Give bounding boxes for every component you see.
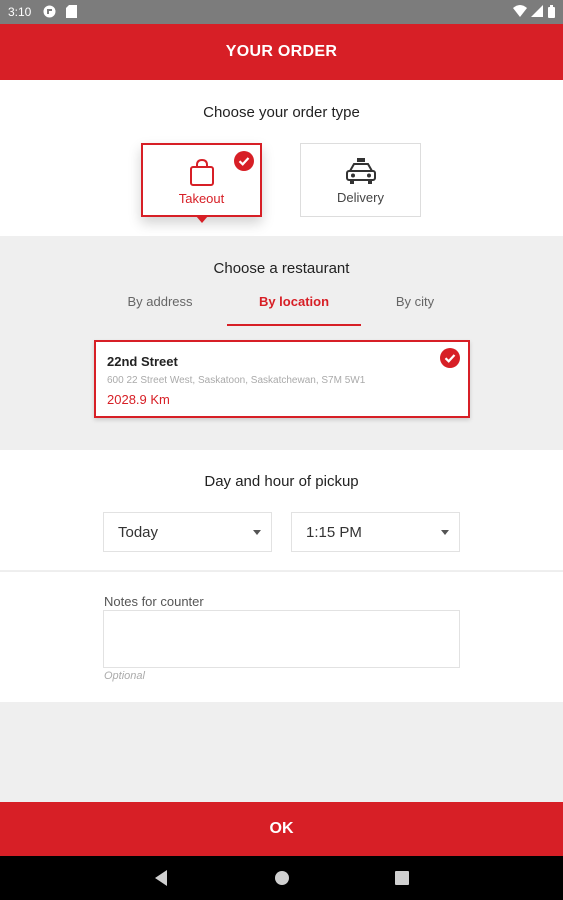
takeout-label: Takeout xyxy=(178,191,225,206)
battery-icon xyxy=(548,5,555,21)
system-nav-bar xyxy=(0,856,563,900)
status-bar: 3:10 xyxy=(0,0,563,24)
tab-by-city[interactable]: By city xyxy=(348,290,482,326)
time-value: 1:15 PM xyxy=(306,524,362,541)
restaurant-title: Choose a restaurant xyxy=(213,260,350,277)
page-title: YOUR ORDER xyxy=(225,43,338,60)
selection-pointer xyxy=(195,216,208,223)
restaurant-section: Choose a restaurant By address By locati… xyxy=(0,236,563,450)
car-icon xyxy=(345,158,376,184)
delivery-label: Delivery xyxy=(337,190,384,205)
pickup-section: Day and hour of pickup Today 1:15 PM xyxy=(0,450,563,570)
day-select[interactable]: Today xyxy=(103,512,272,552)
signal-icon xyxy=(531,5,543,20)
ok-label: OK xyxy=(269,820,294,837)
notes-input[interactable] xyxy=(103,610,460,668)
tab-by-address[interactable]: By address xyxy=(93,290,227,326)
wifi-icon xyxy=(513,5,527,20)
dropdown-caret-icon xyxy=(253,530,261,535)
check-icon xyxy=(234,151,254,171)
restaurant-card[interactable]: 22nd Street 600 22 Street West, Saskatoo… xyxy=(94,340,470,418)
order-type-section: Choose your order type Takeout Delivery xyxy=(0,80,563,236)
recents-icon[interactable] xyxy=(372,856,432,900)
home-icon[interactable] xyxy=(252,856,312,900)
status-time: 3:10 xyxy=(8,5,32,19)
restaurant-tabs: By address By location By city xyxy=(0,290,563,326)
pickup-title: Day and hour of pickup xyxy=(204,473,359,490)
restaurant-address: 600 22 Street West, Saskatoon, Saskatche… xyxy=(107,375,366,386)
notes-section: Notes for counter Optional xyxy=(0,571,563,702)
ok-button[interactable]: OK xyxy=(0,802,563,856)
order-type-title: Choose your order type xyxy=(203,104,360,121)
tab-by-location[interactable]: By location xyxy=(227,290,361,326)
day-value: Today xyxy=(118,524,159,541)
app-header: YOUR ORDER xyxy=(0,24,563,80)
restaurant-name: 22nd Street xyxy=(107,354,178,369)
notes-label: Notes for counter xyxy=(104,594,204,609)
sd-card-icon xyxy=(66,5,77,21)
time-select[interactable]: 1:15 PM xyxy=(291,512,460,552)
restaurant-distance: 2028.9 Km xyxy=(107,392,170,407)
order-type-delivery[interactable]: Delivery xyxy=(300,143,421,217)
notes-hint: Optional xyxy=(104,670,145,682)
back-icon[interactable] xyxy=(131,856,191,900)
dropdown-caret-icon xyxy=(441,530,449,535)
order-type-takeout[interactable]: Takeout xyxy=(141,143,262,223)
check-icon xyxy=(440,348,460,368)
circle-status-icon xyxy=(43,5,56,21)
shopping-bag-icon xyxy=(189,158,214,186)
